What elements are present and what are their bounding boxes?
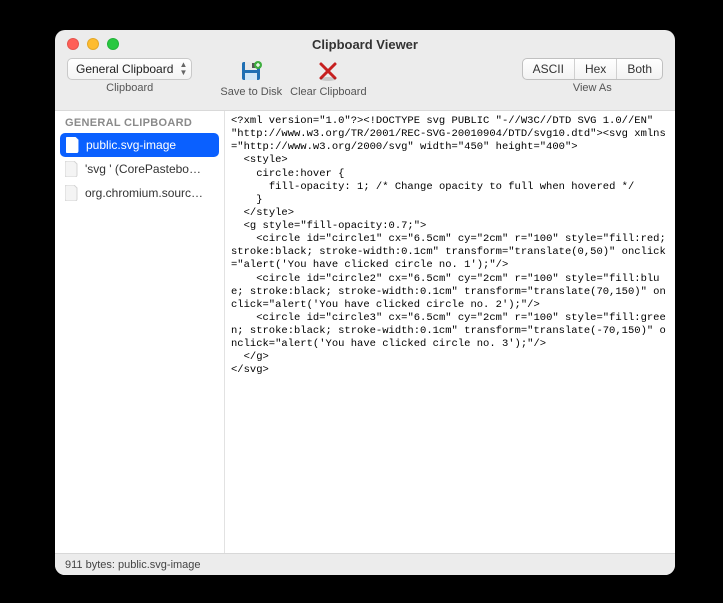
sidebar-item-label: 'svg ' (CorePastebo… (85, 162, 201, 176)
file-icon (66, 137, 80, 153)
titlebar: Clipboard Viewer (55, 30, 675, 58)
clipboard-group-label: Clipboard (106, 82, 153, 94)
floppy-icon (239, 59, 263, 83)
status-text: 911 bytes: public.svg-image (65, 559, 201, 571)
sidebar-item-svg-corepaste[interactable]: 'svg ' (CorePastebo… (55, 157, 224, 181)
minimize-icon[interactable] (87, 38, 99, 50)
seg-hex[interactable]: Hex (575, 59, 617, 79)
clipboard-select[interactable]: General Clipboard ▲▼ (67, 58, 192, 80)
seg-ascii[interactable]: ASCII (523, 59, 575, 79)
view-as-group: ASCII Hex Both View As (518, 58, 667, 94)
close-icon[interactable] (67, 38, 79, 50)
sidebar-item-public-svg[interactable]: public.svg-image (60, 133, 219, 157)
traffic-lights (55, 38, 119, 50)
zoom-icon[interactable] (107, 38, 119, 50)
clipboard-select-label: General Clipboard (76, 62, 173, 76)
window: Clipboard Viewer General Clipboard ▲▼ Cl… (55, 30, 675, 575)
save-to-disk-label: Save to Disk (220, 86, 282, 98)
sidebar-item-label: public.svg-image (86, 138, 176, 152)
sidebar: GENERAL CLIPBOARD public.svg-image 'svg … (55, 111, 225, 553)
file-icon (65, 185, 79, 201)
sidebar-item-label: org.chromium.sourc… (85, 186, 203, 200)
clipboard-select-group: General Clipboard ▲▼ Clipboard (63, 58, 196, 94)
updown-icon: ▲▼ (179, 61, 187, 77)
x-icon (316, 59, 340, 83)
sidebar-item-chromium-source[interactable]: org.chromium.sourc… (55, 181, 224, 205)
toolbar: General Clipboard ▲▼ Clipboard Save to D… (55, 58, 675, 110)
clear-clipboard-group: Clear Clipboard (286, 58, 370, 98)
window-title: Clipboard Viewer (55, 37, 675, 52)
view-as-segmented: ASCII Hex Both (522, 58, 663, 80)
seg-both[interactable]: Both (617, 59, 662, 79)
view-as-label: View As (573, 82, 612, 94)
content-area: GENERAL CLIPBOARD public.svg-image 'svg … (55, 110, 675, 553)
save-to-disk-button[interactable] (233, 58, 269, 84)
clear-clipboard-button[interactable] (310, 58, 346, 84)
statusbar: 911 bytes: public.svg-image (55, 553, 675, 575)
save-to-disk-group: Save to Disk (216, 58, 286, 98)
file-icon (65, 161, 79, 177)
sidebar-header: GENERAL CLIPBOARD (55, 111, 224, 133)
clear-clipboard-label: Clear Clipboard (290, 86, 366, 98)
content-viewer[interactable]: <?xml version="1.0"?><!DOCTYPE svg PUBLI… (225, 111, 675, 553)
